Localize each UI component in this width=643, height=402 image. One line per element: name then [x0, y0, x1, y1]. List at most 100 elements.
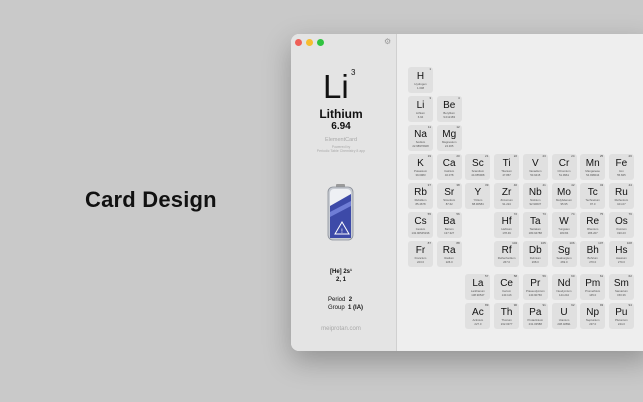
- element-tile-rutherfordium[interactable]: 104 Rf Rutherfordium 267.0: [494, 241, 520, 267]
- tile-mass: 95.95: [560, 202, 568, 206]
- tile-mass: 39.0983: [415, 173, 426, 177]
- tile-symbol: Mo: [557, 187, 571, 198]
- tile-mass: 140.90766: [528, 293, 542, 297]
- period-label: Period: [328, 297, 346, 303]
- tile-mass: 183.84: [559, 231, 569, 235]
- element-tile-calcium[interactable]: 20 Ca Calcium 40.078: [436, 154, 462, 180]
- element-tile-tungsten[interactable]: 74 W Tungsten 183.84: [551, 212, 577, 238]
- element-tile-promethium[interactable]: 61 Pm Promethium 145.0: [580, 274, 606, 300]
- tile-symbol: Ba: [443, 216, 456, 227]
- tile-symbol: Sg: [557, 245, 571, 256]
- tile-mass: 137.327: [444, 231, 455, 235]
- tile-symbol: Ac: [472, 307, 484, 318]
- tile-mass: 85.4678: [415, 202, 426, 206]
- tile-mass: 138.90547: [471, 293, 485, 297]
- element-tile-magnesium[interactable]: 12 Mg Magnesium 24.305: [436, 125, 462, 151]
- element-tile-hafnium[interactable]: 72 Hf Hafnium 178.49: [494, 212, 520, 238]
- tile-symbol: Fr: [415, 245, 426, 256]
- element-tile-cerium[interactable]: 58 Ce Cerium 140.116: [494, 274, 520, 300]
- tile-mass: 9.012183: [443, 115, 456, 119]
- element-tile-molybdenum[interactable]: 42 Mo Molybdenum 95.95: [551, 183, 577, 209]
- tile-symbol: Pu: [615, 307, 628, 318]
- tile-mass: 145.0: [589, 293, 597, 297]
- atomic-number: 3: [351, 68, 356, 77]
- tile-symbol: V: [531, 158, 539, 169]
- tile-symbol: U: [560, 307, 568, 318]
- element-tile-technetium[interactable]: 43 Tc Technetium 97.0: [580, 183, 606, 209]
- element-tile-seaborgium[interactable]: 106 Sg Seaborgium 269.0: [551, 241, 577, 267]
- element-tile-barium[interactable]: 56 Ba Barium 137.327: [436, 212, 462, 238]
- element-tile-scandium[interactable]: 21 Sc Scandium 44.955908: [465, 154, 491, 180]
- tile-mass: 87.62: [445, 202, 453, 206]
- element-tile-neptunium[interactable]: 93 Np Neptunium 237.0: [580, 303, 606, 329]
- element-tile-hydrogen[interactable]: 1 H Hydrogen 1.008: [408, 67, 433, 93]
- element-tile-manganese[interactable]: 25 Mn Manganese 54.938044: [580, 154, 606, 180]
- element-tile-cesium[interactable]: 55 Cs Cesium 132.90545196: [408, 212, 433, 238]
- tile-mass: 223.0: [417, 260, 424, 264]
- element-tile-actinium[interactable]: 89 Ac Actinium 227.0: [465, 303, 491, 329]
- app-name: ElementCard: [324, 137, 358, 143]
- element-card-panel: ⚙ Li 3 Lithium 6.94 ElementCard Powered …: [291, 34, 397, 351]
- element-tile-francium[interactable]: 87 Fr Francium 223.0: [408, 241, 433, 267]
- tile-symbol: Ce: [500, 278, 513, 289]
- maximize-window-button[interactable]: [317, 39, 324, 46]
- element-tile-dubnium[interactable]: 105 Db Dubnium 268.0: [522, 241, 548, 267]
- element-tile-strontium[interactable]: 38 Sr Strontium 87.62: [436, 183, 462, 209]
- tile-symbol: Mg: [442, 129, 457, 140]
- element-symbol: Li: [323, 68, 349, 105]
- tile-symbol: Nd: [557, 278, 571, 289]
- element-tile-yttrium[interactable]: 39 Y Yttrium 88.90584: [465, 183, 491, 209]
- tile-symbol: Rf: [501, 245, 512, 256]
- tile-symbol: Pa: [529, 307, 542, 318]
- element-tile-thorium[interactable]: 90 Th Thorium 232.0377: [494, 303, 520, 329]
- element-tile-uranium[interactable]: 92 U Uranium 238.02891: [551, 303, 577, 329]
- element-tile-rubidium[interactable]: 37 Rb Rubidium 85.4678: [408, 183, 433, 209]
- element-tile-osmium[interactable]: 76 Os Osmium 190.23: [608, 212, 634, 238]
- headline: Card Design: [85, 187, 217, 212]
- tile-symbol: W: [559, 216, 569, 227]
- tile-symbol: Bh: [586, 245, 599, 256]
- element-tile-rhenium[interactable]: 75 Re Rhenium 186.207: [580, 212, 606, 238]
- close-window-button[interactable]: [295, 39, 302, 46]
- element-tile-tantalum[interactable]: 73 Ta Tantalum 180.94788: [522, 212, 548, 238]
- tile-mass: 140.116: [501, 293, 512, 297]
- element-tile-hassium[interactable]: 108 Hs Hassium 270.0: [608, 241, 634, 267]
- element-tile-ruthenium[interactable]: 44 Ru Ruthenium 101.07: [608, 183, 634, 209]
- tile-mass: 6.94: [417, 115, 424, 119]
- tile-symbol: Ta: [530, 216, 541, 227]
- element-tile-praseodymium[interactable]: 59 Pr Praseodymium 140.90766: [522, 274, 548, 300]
- tile-symbol: Ca: [442, 158, 456, 169]
- element-tile-potassium[interactable]: 19 K Potassium 39.0983: [408, 154, 433, 180]
- element-tile-sodium[interactable]: 11 Na Sodium 22.98976928: [408, 125, 433, 151]
- minimize-window-button[interactable]: [306, 39, 313, 46]
- element-tile-titanium[interactable]: 22 Ti Titanium 47.867: [494, 154, 520, 180]
- element-tile-lithium[interactable]: 3 Li Lithium 6.94: [408, 96, 433, 122]
- element-tile-lanthanum[interactable]: 57 La Lanthanum 138.90547: [465, 274, 491, 300]
- tile-mass: 54.938044: [586, 173, 600, 177]
- element-tile-neodymium[interactable]: 60 Nd Neodymium 144.242: [551, 274, 577, 300]
- element-tile-niobium[interactable]: 41 Nb Niobium 92.90637: [522, 183, 548, 209]
- tile-symbol: Li: [416, 100, 425, 111]
- element-tile-beryllium[interactable]: 4 Be Beryllium 9.012183: [436, 96, 462, 122]
- tile-symbol: H: [416, 71, 425, 82]
- element-tile-radium[interactable]: 88 Ra Radium 226.0: [436, 241, 462, 267]
- tile-symbol: Ti: [502, 158, 511, 169]
- tile-symbol: Pr: [530, 278, 541, 289]
- element-tile-zirconium[interactable]: 40 Zr Zirconium 91.224: [494, 183, 520, 209]
- element-tile-samarium[interactable]: 62 Sm Samarium 150.36: [608, 274, 634, 300]
- element-tile-protactinium[interactable]: 91 Pa Protactinium 231.03588: [522, 303, 548, 329]
- element-tile-iron[interactable]: 26 Fe Iron 55.845: [608, 154, 634, 180]
- tile-mass: 268.0: [531, 260, 539, 264]
- settings-gear-icon[interactable]: ⚙: [384, 38, 391, 46]
- tile-symbol: Cr: [558, 158, 570, 169]
- website-link[interactable]: meiprotan.com: [291, 326, 391, 332]
- tile-symbol: Rb: [414, 187, 427, 198]
- tile-mass: 51.9961: [558, 173, 570, 177]
- tile-mass: 232.0377: [500, 322, 513, 326]
- element-tile-bohrium[interactable]: 107 Bh Bohrium 270.0: [580, 241, 606, 267]
- element-tile-chromium[interactable]: 24 Cr Chromium 51.9961: [551, 154, 577, 180]
- tile-symbol: Be: [443, 100, 456, 111]
- svg-text:!: !: [341, 228, 343, 235]
- element-tile-vanadium[interactable]: 23 V Vanadium 50.9415: [522, 154, 548, 180]
- element-tile-plutonium[interactable]: 94 Pu Plutonium 244.0: [608, 303, 634, 329]
